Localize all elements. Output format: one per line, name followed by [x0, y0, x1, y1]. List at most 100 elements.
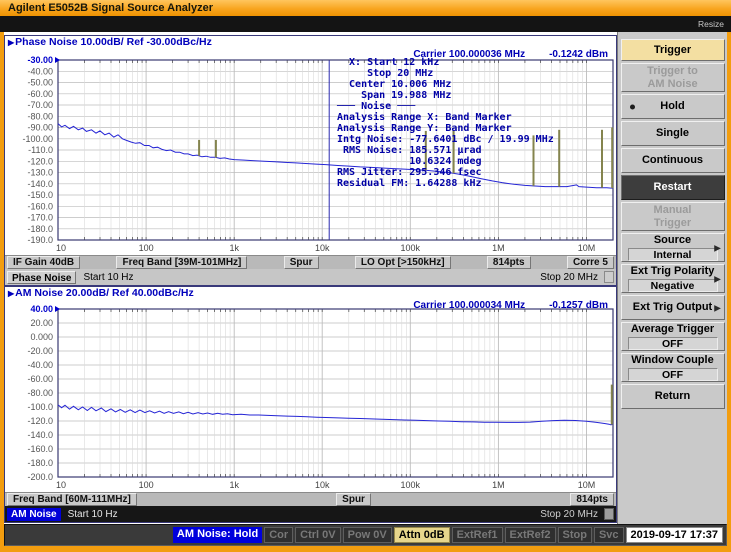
- attenuator-indicator[interactable]: Attn 0dB: [393, 527, 450, 543]
- phase-noise-header: ▶ Phase Noise 10.00dB/ Ref -30.00dBc/Hz: [5, 36, 616, 49]
- softkey-single[interactable]: Single: [620, 121, 725, 146]
- spur-setting: Spur: [336, 493, 371, 506]
- svg-text:40.00: 40.00: [30, 304, 53, 314]
- svg-text:100k: 100k: [401, 480, 421, 490]
- svg-text:-150.0: -150.0: [27, 190, 53, 200]
- svg-text:1M: 1M: [492, 480, 505, 490]
- resize-button[interactable]: Resize: [698, 20, 724, 29]
- submenu-arrow-icon: ▶: [714, 303, 721, 312]
- titlebar: Agilent E5052B Signal Source Analyzer: [0, 0, 731, 16]
- svg-text:-20.00: -20.00: [27, 346, 53, 356]
- svg-text:1k: 1k: [229, 243, 239, 253]
- correlation-setting: Corre 5: [566, 256, 614, 269]
- softkey-menu: Trigger Trigger to AM Noise Hold Single Conti…: [617, 32, 727, 524]
- svg-text:-90.00: -90.00: [27, 123, 53, 133]
- softkey-window-couple[interactable]: Window Couple OFF: [620, 353, 725, 382]
- svg-text:20.00: 20.00: [30, 318, 53, 328]
- softkey-source[interactable]: Source Internal ▶: [620, 233, 725, 262]
- phase-window-tab[interactable]: Phase Noise: [7, 270, 77, 284]
- softkey-trigger-to-am-noise[interactable]: Trigger to AM Noise: [620, 63, 725, 92]
- phase-window-handle[interactable]: [604, 271, 614, 283]
- svg-text:-60.00: -60.00: [27, 89, 53, 99]
- phase-start-label: Start 10 Hz: [83, 271, 134, 283]
- softkey-manual-trigger[interactable]: Manual Trigger: [620, 202, 725, 231]
- datetime-display: 2019-09-17 17:37: [625, 527, 723, 543]
- softkey-average-trigger[interactable]: Average Trigger OFF: [620, 322, 725, 351]
- trace-area: ▶ Phase Noise 10.00dB/ Ref -30.00dBc/Hz …: [4, 32, 617, 524]
- svg-text:-180.0: -180.0: [27, 458, 53, 468]
- freq-band-setting: Freq Band [39M-101MHz]: [116, 256, 248, 269]
- svg-text:10: 10: [56, 480, 66, 490]
- svg-text:10M: 10M: [578, 480, 596, 490]
- spur-setting: Spur: [283, 256, 319, 269]
- phase-status-row: Phase Noise Start 10 Hz Stop 20 MHz: [5, 269, 616, 285]
- am-scale-label: AM Noise 20.00dB/ Ref 40.00dBc/Hz: [15, 287, 194, 299]
- am-window-handle[interactable]: [604, 508, 614, 520]
- ctrl-voltage-indicator: Ctrl 0V: [295, 527, 341, 543]
- svg-text:-130.0: -130.0: [27, 168, 53, 178]
- softkey-hold[interactable]: Hold: [620, 94, 725, 119]
- correction-indicator: Cor: [264, 527, 294, 543]
- svg-text:-60.00: -60.00: [27, 374, 53, 384]
- softkey-return[interactable]: Return: [620, 384, 725, 409]
- svg-text:-50.00: -50.00: [27, 78, 53, 88]
- softkey-ext-trig-output[interactable]: Ext Trig Output ▶: [620, 295, 725, 320]
- svg-text:-80.00: -80.00: [27, 388, 53, 398]
- svg-text:1M: 1M: [492, 243, 505, 253]
- svg-text:1k: 1k: [229, 480, 239, 490]
- am-noise-hold-status[interactable]: AM Noise: Hold: [172, 527, 263, 543]
- points-setting: 814pts: [570, 493, 614, 506]
- svg-text:-180.0: -180.0: [27, 224, 53, 234]
- svg-text:-80.00: -80.00: [27, 111, 53, 121]
- am-status-row: AM Noise Start 10 Hz Stop 20 MHz: [5, 506, 616, 522]
- svg-text:-70.00: -70.00: [27, 100, 53, 110]
- phase-settings-bar: IF Gain 40dB Freq Band [39M-101MHz] Spur LO…: [5, 255, 616, 269]
- freq-band-setting: Freq Band [60M-111MHz]: [7, 493, 137, 506]
- phase-stop-label: Stop 20 MHz: [540, 271, 598, 283]
- softkey-continuous[interactable]: Continuous: [620, 148, 725, 173]
- lo-opt-setting: LO Opt [>150kHz]: [354, 256, 451, 269]
- svg-text:-170.0: -170.0: [27, 213, 53, 223]
- am-settings-bar: Freq Band [60M-111MHz] Spur 814pts: [5, 492, 616, 506]
- svg-text:10k: 10k: [315, 480, 330, 490]
- am-plot-wrap: 40.00 20.00 0.000 -20.00 -40.00 -60.00 -80.00 -…: [5, 300, 616, 492]
- am-start-label: Start 10 Hz: [67, 508, 118, 520]
- trace-marker-icon: ▶: [8, 289, 15, 298]
- phase-analysis-readout: X: Start 12 kHz Stop 20 MHz Center 10.00…: [337, 57, 554, 189]
- svg-text:-110.0: -110.0: [28, 145, 53, 155]
- phase-scale-label: Phase Noise 10.00dB/ Ref -30.00dBc/Hz: [15, 36, 212, 48]
- svg-text:-100.0: -100.0: [27, 402, 53, 412]
- if-gain-setting: IF Gain 40dB: [7, 256, 81, 269]
- softkey-ext-trig-polarity[interactable]: Ext Trig Polarity Negative ▶: [620, 264, 725, 293]
- phase-noise-window[interactable]: ▶ Phase Noise 10.00dB/ Ref -30.00dBc/Hz …: [4, 35, 617, 286]
- am-noise-window[interactable]: ▶ AM Noise 20.00dB/ Ref 40.00dBc/Hz 40.0…: [4, 286, 617, 523]
- svg-text:10k: 10k: [315, 243, 330, 253]
- am-carrier-readout: Carrier 100.000034 MHz -0.1257 dBm: [413, 300, 608, 311]
- points-setting: 814pts: [486, 256, 531, 269]
- svg-text:10: 10: [56, 243, 66, 253]
- svg-text:-40.00: -40.00: [27, 360, 53, 370]
- svg-text:100k: 100k: [401, 243, 421, 253]
- svg-text:-40.00: -40.00: [27, 66, 53, 76]
- svg-text:-160.0: -160.0: [27, 444, 53, 454]
- am-noise-plot[interactable]: 40.00 20.00 0.000 -20.00 -40.00 -60.00 -80.00 -…: [5, 300, 618, 492]
- am-carrier-power: -0.1257 dBm: [549, 300, 608, 311]
- submenu-arrow-icon: ▶: [714, 274, 721, 283]
- selected-radio-icon: [629, 104, 635, 109]
- svg-text:-160.0: -160.0: [27, 201, 53, 211]
- am-stop-label: Stop 20 MHz: [540, 508, 598, 520]
- svg-text:-120.0: -120.0: [27, 416, 53, 426]
- phase-carrier-power: -0.1242 dBm: [549, 49, 608, 60]
- instrument-status-bar: AM Noise: Hold Cor Ctrl 0V Pow 0V Attn 0dB Ex…: [4, 524, 727, 546]
- menu-strip: Resize: [0, 16, 731, 32]
- softkey-restart[interactable]: Restart: [620, 175, 725, 200]
- am-window-tab[interactable]: AM Noise: [7, 507, 61, 521]
- softkey-trigger-title: Trigger: [620, 39, 725, 61]
- svg-text:-30.00: -30.00: [27, 55, 53, 65]
- extref2-indicator: ExtRef2: [504, 527, 556, 543]
- phase-plot-wrap: -30.00 -40.00 -50.00 -60.00 -70.00 -80.00 -90.…: [5, 49, 616, 255]
- svg-text:-140.0: -140.0: [27, 179, 53, 189]
- svg-text:-140.0: -140.0: [27, 430, 53, 440]
- svg-text:100: 100: [139, 480, 154, 490]
- am-carrier-frequency: Carrier 100.000034 MHz: [413, 300, 526, 311]
